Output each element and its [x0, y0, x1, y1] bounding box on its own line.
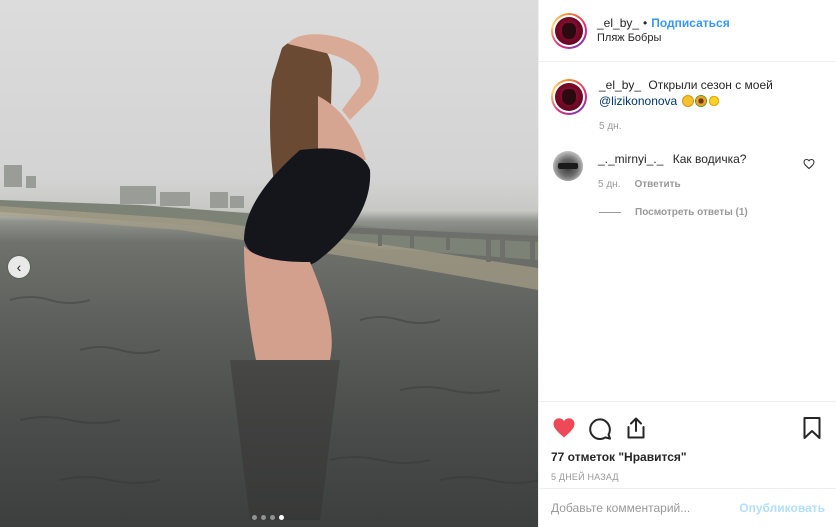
view-replies-button[interactable]: Посмотреть ответы (1) [539, 193, 836, 218]
mention-link[interactable]: @lizikononova [599, 94, 677, 108]
replies-divider-line [599, 212, 621, 213]
comment-input[interactable] [551, 501, 740, 515]
location-link[interactable]: Пляж Бобры [597, 31, 730, 46]
carousel-indicator [252, 515, 284, 520]
heart-filled-icon [553, 418, 575, 438]
comment-timestamp[interactable]: 5 дн. [598, 177, 620, 193]
commenter-avatar[interactable] [553, 151, 583, 181]
carousel-dot [261, 515, 266, 520]
caption-username[interactable]: _el_by_ [599, 78, 641, 92]
profile-picture [555, 16, 583, 45]
comment-text: Как водичка? [672, 152, 747, 166]
save-button[interactable] [799, 415, 825, 441]
author-username[interactable]: _el_by_ [597, 16, 639, 31]
caption-avatar[interactable] [551, 79, 587, 115]
share-upload-icon [627, 417, 645, 439]
post-caption: _el_by_ Открыли сезон с моей @lizikonono… [539, 63, 836, 135]
profile-picture [555, 83, 583, 111]
beach-photo-scene [0, 34, 538, 520]
sunflower-icon [694, 95, 707, 107]
like-button[interactable] [551, 415, 577, 441]
bookmark-icon [803, 417, 821, 439]
grinning-face-icon [681, 95, 694, 107]
post-actions: 77 отметок "Нравится" 5 ДНЕЙ НАЗАД [539, 401, 836, 488]
view-replies-label: Посмотреть ответы (1) [635, 207, 748, 218]
comments-section: _el_by_ Открыли сезон с моей @lizikonono… [539, 63, 836, 401]
likes-count[interactable]: 77 отметок "Нравится" [551, 450, 825, 464]
carousel-dot [252, 515, 257, 520]
follow-button[interactable]: Подписаться [651, 16, 729, 31]
speech-bubble-icon [589, 418, 611, 440]
separator-dot: • [643, 15, 648, 30]
avatar[interactable] [551, 12, 587, 49]
caption-timestamp[interactable]: 5 дн. [599, 119, 621, 135]
carousel-dot-active [279, 515, 284, 520]
add-comment-bar: Опубликовать [539, 488, 836, 527]
caption-text: Открыли сезон с моей [648, 78, 773, 92]
publish-button[interactable]: Опубликовать [739, 501, 825, 515]
sun-icon [707, 95, 720, 107]
carousel-dot [270, 515, 275, 520]
commenter-username[interactable]: _._mirnyi_._ [598, 152, 663, 166]
post-photo[interactable]: ‹ [0, 0, 538, 527]
chevron-left-icon: ‹ [16, 259, 22, 275]
post-date[interactable]: 5 ДНЕЙ НАЗАД [551, 472, 825, 482]
post-side-panel: _el_by_ • Подписаться Пляж Бобры _el_by_… [538, 0, 836, 527]
share-button[interactable] [623, 415, 649, 441]
comment-item: _._mirnyi_._ Как водичка? 5 дн. Ответить [539, 135, 836, 193]
previous-slide-button[interactable]: ‹ [8, 256, 30, 278]
like-comment-heart-icon[interactable] [803, 158, 815, 170]
comment-button[interactable] [587, 415, 613, 441]
reply-button[interactable]: Ответить [634, 177, 680, 193]
post-header: _el_by_ • Подписаться Пляж Бобры [539, 0, 836, 62]
